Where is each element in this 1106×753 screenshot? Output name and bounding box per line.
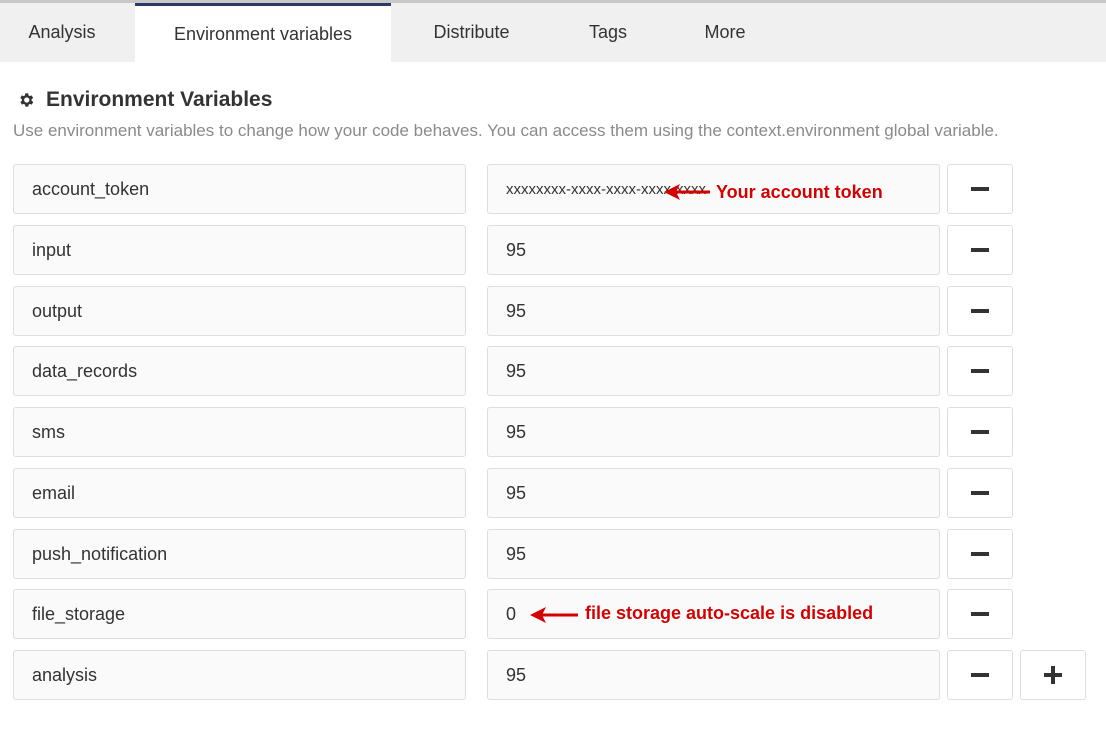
remove-variable-button[interactable] bbox=[947, 225, 1013, 275]
env-key-text: sms bbox=[32, 421, 65, 442]
minus-icon bbox=[971, 430, 989, 434]
env-key-field[interactable]: output bbox=[13, 286, 466, 336]
env-var-row: analysis 95 bbox=[0, 650, 1106, 700]
env-var-row: input 95 bbox=[0, 225, 1106, 275]
tab-analysis[interactable]: Analysis bbox=[0, 3, 124, 62]
minus-icon bbox=[971, 187, 989, 191]
env-key-field[interactable]: account_token bbox=[13, 164, 466, 214]
env-key-field[interactable]: sms bbox=[13, 407, 466, 457]
env-key-text: data_records bbox=[32, 360, 138, 381]
add-variable-button[interactable] bbox=[1020, 650, 1086, 700]
minus-icon bbox=[971, 673, 989, 677]
gear-icon bbox=[20, 93, 34, 107]
minus-icon bbox=[971, 248, 989, 252]
section-header: Environment Variables bbox=[17, 88, 272, 112]
minus-icon bbox=[971, 552, 989, 556]
annotation-arrow-icon bbox=[530, 607, 578, 623]
remove-variable-button[interactable] bbox=[947, 346, 1013, 396]
tab-bar: Analysis Environment variables Distribut… bbox=[0, 3, 1106, 62]
remove-variable-button[interactable] bbox=[947, 650, 1013, 700]
annotation-arrow-icon bbox=[664, 184, 710, 200]
minus-icon bbox=[971, 309, 989, 313]
plus-icon bbox=[1044, 666, 1062, 684]
minus-icon bbox=[971, 369, 989, 373]
env-key-text: file_storage bbox=[32, 603, 126, 624]
tab-more[interactable]: More bbox=[680, 3, 770, 62]
env-value-text: 95 bbox=[506, 664, 527, 685]
env-var-row: output 95 bbox=[0, 286, 1106, 336]
tab-distribute[interactable]: Distribute bbox=[410, 3, 533, 62]
env-var-row: account_token xxxxxxxx-xxxx-xxxx-xxxx-xx… bbox=[0, 164, 1106, 214]
env-key-text: email bbox=[32, 482, 76, 503]
env-var-row: push_notification 95 bbox=[0, 529, 1106, 579]
env-key-text: output bbox=[32, 300, 83, 321]
remove-variable-button[interactable] bbox=[947, 164, 1013, 214]
env-var-row: sms 95 bbox=[0, 407, 1106, 457]
env-value-text: 0 bbox=[506, 603, 517, 624]
env-value-text: 95 bbox=[506, 360, 527, 381]
env-value-field[interactable]: 95 bbox=[487, 529, 940, 579]
env-key-field[interactable]: push_notification bbox=[13, 529, 466, 579]
remove-variable-button[interactable] bbox=[947, 589, 1013, 639]
tab-environment-variables[interactable]: Environment variables bbox=[135, 3, 391, 62]
remove-variable-button[interactable] bbox=[947, 407, 1013, 457]
remove-variable-button[interactable] bbox=[947, 286, 1013, 336]
env-value-field[interactable]: 95 bbox=[487, 346, 940, 396]
remove-variable-button[interactable] bbox=[947, 529, 1013, 579]
annotation-account-token: Your account token bbox=[716, 182, 883, 202]
annotation-file-storage: file storage auto-scale is disabled bbox=[585, 603, 874, 623]
page-title: Environment Variables bbox=[46, 88, 273, 111]
env-key-field[interactable]: data_records bbox=[13, 346, 466, 396]
env-var-row: email 95 bbox=[0, 468, 1106, 518]
env-key-text: account_token bbox=[32, 178, 150, 199]
env-key-field[interactable]: analysis bbox=[13, 650, 466, 700]
env-value-text: 95 bbox=[506, 239, 527, 260]
env-value-field[interactable]: 95 bbox=[487, 407, 940, 457]
env-value-field[interactable]: 95 bbox=[487, 468, 940, 518]
env-value-field[interactable]: 95 bbox=[487, 650, 940, 700]
env-key-field[interactable]: input bbox=[13, 225, 466, 275]
section-description: Use environment variables to change how … bbox=[13, 121, 999, 140]
env-var-row: data_records 95 bbox=[0, 346, 1106, 396]
env-key-field[interactable]: email bbox=[13, 468, 466, 518]
env-value-field[interactable]: 95 bbox=[487, 286, 940, 336]
tab-tags[interactable]: Tags bbox=[560, 3, 656, 62]
env-value-field[interactable]: 95 bbox=[487, 225, 940, 275]
env-value-text: 95 bbox=[506, 482, 527, 503]
env-key-text: push_notification bbox=[32, 543, 168, 564]
env-key-field[interactable]: file_storage bbox=[13, 589, 466, 639]
env-value-text: 95 bbox=[506, 421, 527, 442]
minus-icon bbox=[971, 612, 989, 616]
env-key-text: input bbox=[32, 239, 72, 260]
env-key-text: analysis bbox=[32, 664, 98, 685]
env-value-text: 95 bbox=[506, 543, 527, 564]
remove-variable-button[interactable] bbox=[947, 468, 1013, 518]
minus-icon bbox=[971, 491, 989, 495]
env-value-text: 95 bbox=[506, 300, 527, 321]
